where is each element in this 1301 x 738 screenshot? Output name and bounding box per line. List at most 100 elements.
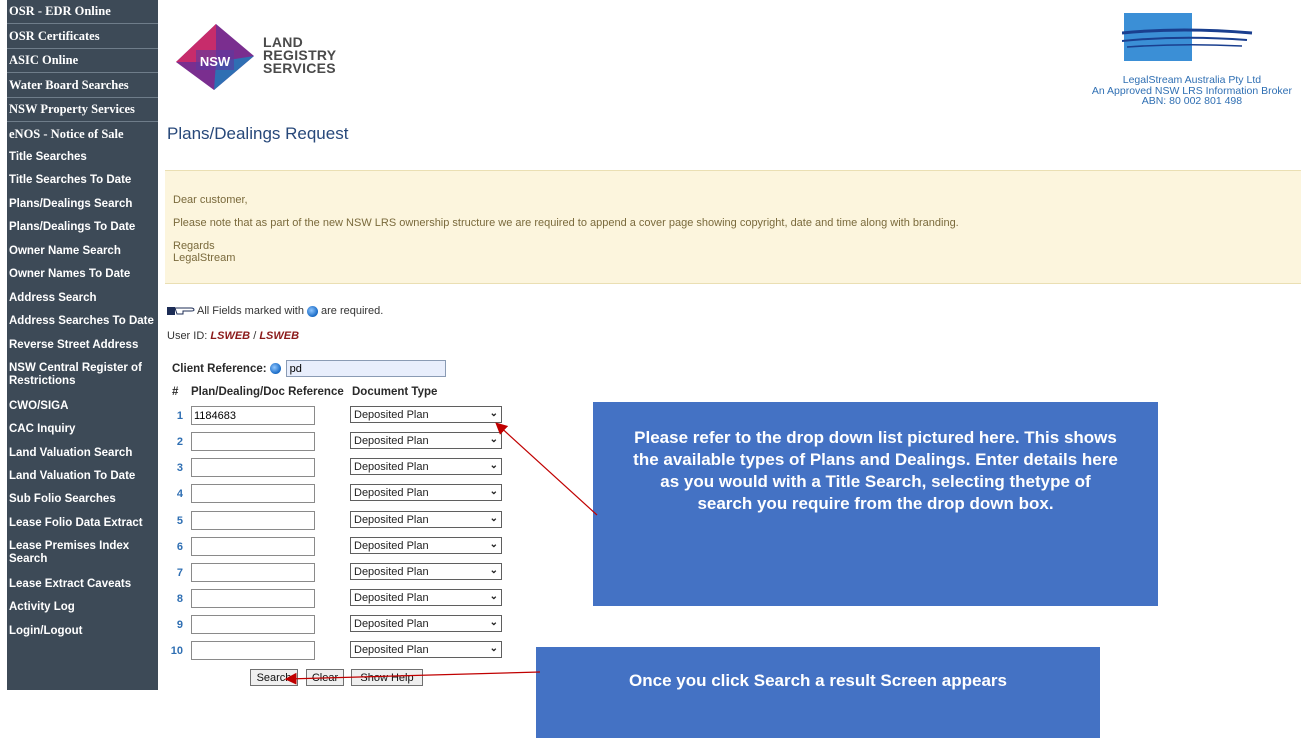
show-help-button[interactable]: Show Help	[351, 669, 423, 686]
sidebar-item-water-board-searches[interactable]: Water Board Searches	[7, 79, 156, 92]
document-type-value: Deposited Plan	[354, 591, 429, 604]
required-dot-icon	[306, 305, 318, 317]
sidebar-item-login-logout[interactable]: Login/Logout	[7, 625, 156, 638]
chevron-down-icon: ⌄	[489, 591, 498, 602]
document-type-select[interactable]: Deposited Plan ⌄	[350, 458, 502, 475]
sidebar-item-osr-certificates[interactable]: OSR Certificates	[7, 30, 156, 43]
client-ref-label: Client Reference:	[172, 362, 267, 375]
document-type-value: Deposited Plan	[354, 617, 429, 630]
chevron-down-icon: ⌄	[489, 565, 498, 576]
sidebar-item-enos[interactable]: eNOS - Notice of Sale	[7, 128, 156, 141]
row-number: 4	[176, 488, 183, 500]
sidebar-item-address-searches-to-date[interactable]: Address Searches To Date	[7, 315, 156, 328]
document-type-value: Deposited Plan	[354, 513, 429, 526]
required-dot-icon	[269, 363, 281, 374]
user-id-value: LSWEB	[210, 330, 251, 342]
document-type-select[interactable]: Deposited Plan ⌄	[350, 537, 502, 554]
sidebar-item-title-searches-to-date[interactable]: Title Searches To Date	[7, 174, 156, 187]
lrs-badge-text: NSW	[200, 54, 231, 69]
document-type-value: Deposited Plan	[354, 434, 429, 447]
sidebar-divider	[7, 72, 158, 73]
sidebar-item-plans-dealings-to-date[interactable]: Plans/Dealings To Date	[7, 221, 156, 234]
row-number: 5	[176, 515, 183, 527]
plan-reference-input[interactable]	[191, 615, 315, 634]
sidebar-item-sub-folio-searches[interactable]: Sub Folio Searches	[7, 493, 156, 506]
sidebar-item-address-search[interactable]: Address Search	[7, 292, 156, 305]
chevron-down-icon: ⌄	[489, 539, 498, 550]
sidebar-divider	[7, 121, 158, 122]
sidebar-nav: OSR - EDR Online OSR Certificates ASIC O…	[7, 0, 158, 690]
document-type-value: Deposited Plan	[354, 643, 429, 656]
chevron-down-icon: ⌄	[489, 434, 498, 445]
sidebar-item-title-searches[interactable]: Title Searches	[7, 151, 156, 164]
document-type-select[interactable]: Deposited Plan ⌄	[350, 432, 502, 449]
user-id-value-2: LSWEB	[259, 330, 300, 342]
lrs-wordmark: LAND REGISTRY SERVICES	[263, 35, 336, 76]
search-button[interactable]: Search	[250, 669, 298, 686]
search-callout-text: Once you click Search a result Screen ap…	[629, 671, 1007, 690]
plan-reference-input[interactable]	[191, 406, 315, 425]
document-type-select[interactable]: Deposited Plan ⌄	[350, 641, 502, 658]
user-id-label: User ID:	[167, 330, 208, 342]
client-reference-input[interactable]	[285, 360, 446, 377]
plan-reference-input[interactable]	[191, 484, 315, 503]
user-id-line: User ID: LSWEB / LSWEB	[167, 330, 299, 342]
sidebar-item-lease-folio-data-extract[interactable]: Lease Folio Data Extract	[7, 517, 156, 530]
sidebar-item-activity-log[interactable]: Activity Log	[7, 601, 156, 614]
sidebar-divider	[7, 48, 158, 49]
sidebar-item-nsw-property-services[interactable]: NSW Property Services	[7, 103, 156, 116]
plan-reference-input[interactable]	[191, 537, 315, 556]
document-type-select[interactable]: Deposited Plan ⌄	[350, 563, 502, 580]
pointing-hand-icon	[167, 307, 195, 315]
sidebar-item-owner-names-to-date[interactable]: Owner Names To Date	[7, 268, 156, 281]
document-type-select[interactable]: Deposited Plan ⌄	[350, 589, 502, 606]
plan-reference-input[interactable]	[191, 432, 315, 451]
plan-reference-input[interactable]	[191, 563, 315, 582]
sidebar-item-nsw-central-register[interactable]: NSW Central Register of Restrictions	[7, 362, 156, 388]
sidebar-item-land-valuation-to-date[interactable]: Land Valuation To Date	[7, 470, 156, 483]
client-reference: Client Reference:	[172, 360, 446, 377]
row-number: 3	[176, 462, 183, 474]
sidebar-item-osr-edr-online[interactable]: OSR - EDR Online	[7, 5, 156, 18]
notice-regards: Regards	[173, 240, 215, 252]
document-type-select[interactable]: Deposited Plan ⌄	[350, 484, 502, 501]
sidebar-item-cac-inquiry[interactable]: CAC Inquiry	[7, 423, 156, 436]
plan-reference-input[interactable]	[191, 458, 315, 477]
plan-reference-input[interactable]	[191, 641, 315, 660]
row-number: 6	[176, 541, 183, 553]
document-type-select[interactable]: Deposited Plan ⌄	[350, 406, 502, 423]
chevron-down-icon: ⌄	[489, 486, 498, 497]
row-number: 2	[176, 436, 183, 448]
sidebar-item-lease-premises-index-search[interactable]: Lease Premises Index Search	[7, 540, 156, 566]
sidebar-divider	[7, 23, 158, 24]
document-type-value: Deposited Plan	[354, 486, 429, 499]
broker-info: LegalStream Australia Pty Ltd An Approve…	[1092, 75, 1292, 107]
document-type-value: Deposited Plan	[354, 539, 429, 552]
broker-abn: ABN: 80 002 801 498	[1141, 95, 1243, 107]
plan-reference-input[interactable]	[191, 589, 315, 608]
row-number: 1	[176, 410, 183, 422]
required-note-suffix: are required.	[320, 305, 384, 317]
sidebar-item-owner-name-search[interactable]: Owner Name Search	[7, 245, 156, 258]
plan-reference-input[interactable]	[191, 511, 315, 530]
sidebar-item-asic-online[interactable]: ASIC Online	[7, 54, 156, 67]
lrs-line-services: SERVICES	[263, 60, 336, 76]
legalstream-logo	[1121, 13, 1257, 71]
required-note-prefix: All Fields marked with	[197, 305, 304, 317]
search-callout: Once you click Search a result Screen ap…	[536, 647, 1100, 738]
document-type-select[interactable]: Deposited Plan ⌄	[350, 511, 502, 528]
sidebar-item-plans-dealings-search[interactable]: Plans/Dealings Search	[7, 198, 156, 211]
document-type-value: Deposited Plan	[354, 565, 429, 578]
required-fields-note: All Fields marked with are required.	[167, 305, 383, 317]
sidebar-item-cwo-siga[interactable]: CWO/SIGA	[7, 400, 156, 413]
chevron-down-icon: ⌄	[489, 460, 498, 471]
document-type-select[interactable]: Deposited Plan ⌄	[350, 615, 502, 632]
sidebar-item-land-valuation-search[interactable]: Land Valuation Search	[7, 447, 156, 460]
chevron-down-icon: ⌄	[489, 408, 498, 419]
dropdown-arrow	[495, 422, 598, 516]
sidebar-item-reverse-street-address[interactable]: Reverse Street Address	[7, 339, 156, 352]
sidebar-item-lease-extract-caveats[interactable]: Lease Extract Caveats	[7, 578, 156, 591]
row-number: 9	[176, 619, 183, 631]
notice-signature: LegalStream	[173, 252, 236, 264]
clear-button[interactable]: Clear	[306, 669, 344, 686]
